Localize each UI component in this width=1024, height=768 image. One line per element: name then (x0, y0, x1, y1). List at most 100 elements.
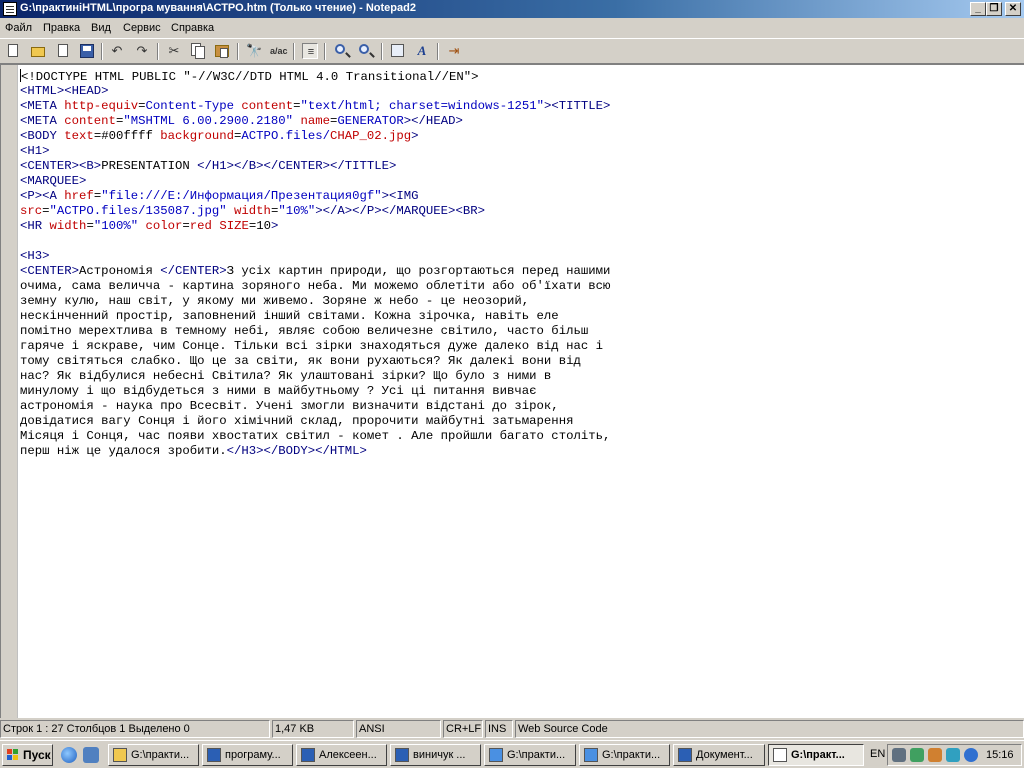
notepad-app-icon[interactable] (3, 2, 17, 16)
code-text[interactable]: <!DOCTYPE HTML PUBLIC "-//W3C//DTD HTML … (20, 69, 610, 459)
status-insert-mode[interactable]: INS (485, 720, 513, 738)
code-line[interactable]: тому світяться слабко. Що це за світи, я… (20, 354, 610, 369)
code-tag: ></A></P></MARQUEE><BR> (315, 204, 485, 218)
code-text-run: = (86, 219, 94, 233)
code-line[interactable]: минулому і що відбудеться з ними в майбу… (20, 384, 610, 399)
code-text-run: З усіх картин природи, що розгортаються … (226, 264, 611, 278)
language-indicator[interactable]: EN (870, 748, 885, 760)
exit-icon[interactable]: ⇥ (446, 43, 462, 59)
code-line[interactable]: <BODY text=#00ffff background=АСТРО.file… (20, 129, 610, 144)
code-line[interactable]: <HR width="100%" color=red SIZE=10> (20, 219, 610, 234)
taskbar-button[interactable]: G:\практ... (768, 744, 864, 766)
zoom-out-icon[interactable] (358, 43, 374, 59)
code-line[interactable]: <P><A href="file:///E:/Информация/Презен… (20, 189, 610, 204)
code-line[interactable]: земну кулю, наш світ, у якому ми живемо.… (20, 294, 610, 309)
code-line[interactable]: Місяця і Сонця, час появи хвостатих світ… (20, 429, 610, 444)
taskbar-button[interactable]: G:\практи... (108, 744, 199, 766)
code-line[interactable]: <H3> (20, 249, 610, 264)
code-line[interactable]: гаряче і яскраве, чим Сонце. Тільки всі … (20, 339, 610, 354)
menu-view[interactable]: Вид (91, 22, 111, 34)
status-scheme[interactable]: Web Source Code (515, 720, 1024, 738)
code-line[interactable]: астрономія - наука про Всесвіт. Учені зм… (20, 399, 610, 414)
code-tag: </H3></BODY></HTML> (226, 444, 367, 458)
clock[interactable]: 15:16 (986, 749, 1014, 761)
menu-file[interactable]: Файл (5, 22, 32, 34)
code-line[interactable]: <CENTER><B>PRESENTATION </H1></B></CENTE… (20, 159, 610, 174)
find-icon[interactable]: 🔭 (246, 43, 262, 59)
copy-icon[interactable] (190, 43, 206, 59)
code-tag: <H1> (20, 144, 50, 158)
code-tag: <H3> (20, 249, 50, 263)
code-line[interactable]: <!DOCTYPE HTML PUBLIC "-//W3C//DTD HTML … (20, 69, 610, 84)
start-button[interactable]: Пуск (2, 744, 53, 766)
word-wrap-icon[interactable]: ≡ (302, 43, 318, 59)
code-line[interactable]: довідатися вагу Сонця і його хімічний ск… (20, 414, 610, 429)
find-file-icon[interactable] (55, 43, 71, 59)
speaker-icon[interactable] (892, 748, 906, 762)
editor-area[interactable]: <!DOCTYPE HTML PUBLIC "-//W3C//DTD HTML … (0, 64, 1024, 718)
code-line[interactable]: перш ніж це удалося зробити.</H3></BODY>… (20, 444, 610, 459)
title-bar: G:\практиніHTML\програ мування\АСТРО.htm… (0, 0, 1024, 18)
taskbar-button[interactable]: виничук ... (390, 744, 481, 766)
code-value: "text/html; charset=windows-1251" (300, 99, 544, 113)
taskbar-button-label: Алексеен... (319, 749, 377, 761)
menu-help[interactable]: Справка (171, 22, 214, 34)
code-value: "АСТРО.files/135087.jpg" (49, 204, 227, 218)
code-line[interactable]: src="АСТРО.files/135087.jpg" width="10%"… (20, 204, 610, 219)
code-value: "10%" (278, 204, 316, 218)
scheme-icon[interactable] (390, 43, 406, 59)
code-line[interactable]: нескінченний простір, заповнений інший с… (20, 309, 610, 324)
taskbar-button[interactable]: G:\практи... (484, 744, 576, 766)
code-line[interactable]: очима, сама величча - картина зоряного н… (20, 279, 610, 294)
redo-icon[interactable]: ↷ (134, 43, 150, 59)
toolbar-separator (237, 43, 239, 60)
code-line[interactable]: <HTML><HEAD> (20, 84, 610, 99)
status-line-endings[interactable]: CR+LF (443, 720, 483, 738)
code-tag: <CENTER> (20, 264, 80, 278)
zoom-in-icon[interactable] (334, 43, 350, 59)
update-icon[interactable] (964, 748, 978, 762)
ie-icon (489, 748, 503, 762)
code-line[interactable]: нас? Як відбулися небесні Світила? Як ул… (20, 369, 610, 384)
paste-icon[interactable] (214, 43, 230, 59)
antivirus-icon[interactable] (928, 748, 942, 762)
taskbar-button[interactable]: Документ... (673, 744, 765, 766)
code-attribute: href (64, 189, 94, 203)
code-value: "100%" (93, 219, 139, 233)
code-line[interactable] (20, 234, 610, 249)
new-icon[interactable] (5, 43, 21, 59)
menu-tools[interactable]: Сервис (123, 22, 161, 34)
code-value: "MSHTML 6.00.2900.2180" (123, 114, 294, 128)
taskbar-button[interactable]: G:\практи... (579, 744, 670, 766)
code-text-run: астрономія - наука про Всесвіт. Учені зм… (20, 399, 559, 413)
minimize-button[interactable]: _ (970, 2, 986, 16)
code-line[interactable]: <H1> (20, 144, 610, 159)
code-line[interactable]: <CENTER>Астрономія </CENTER>З усіх карти… (20, 264, 610, 279)
close-button[interactable]: ✕ (1005, 2, 1021, 16)
cut-icon[interactable]: ✂ (166, 43, 182, 59)
save-icon[interactable] (79, 43, 95, 59)
word-icon (395, 748, 409, 762)
code-line[interactable]: помітно мерехтлива в темному небі, являє… (20, 324, 610, 339)
code-line[interactable]: <META content="MSHTML 6.00.2900.2180" na… (20, 114, 610, 129)
maximize-button[interactable]: ❐ (986, 2, 1002, 16)
network-icon[interactable] (910, 748, 924, 762)
replace-icon[interactable]: a/ac (270, 43, 288, 59)
code-text-run: Місяця і Сонця, час появи хвостатих світ… (20, 429, 611, 443)
status-encoding[interactable]: ANSI (356, 720, 441, 738)
taskbar-button[interactable]: програму... (202, 744, 293, 766)
toolbar-separator (324, 43, 326, 60)
shield-icon[interactable] (946, 748, 960, 762)
taskbar-button-label: G:\практ... (791, 749, 845, 761)
folder-icon (113, 748, 127, 762)
open-icon[interactable] (30, 43, 46, 59)
undo-icon[interactable]: ↶ (109, 43, 125, 59)
selection-margin[interactable] (1, 65, 18, 718)
code-line[interactable]: <META http-equiv=Content-Type content="t… (20, 99, 610, 114)
ie-quicklaunch-icon[interactable] (61, 747, 77, 763)
code-line[interactable]: <MARQUEE> (20, 174, 610, 189)
taskbar-button[interactable]: Алексеен... (296, 744, 387, 766)
menu-edit[interactable]: Правка (43, 22, 80, 34)
show-desktop-icon[interactable] (83, 747, 99, 763)
font-icon[interactable]: A (414, 43, 430, 59)
